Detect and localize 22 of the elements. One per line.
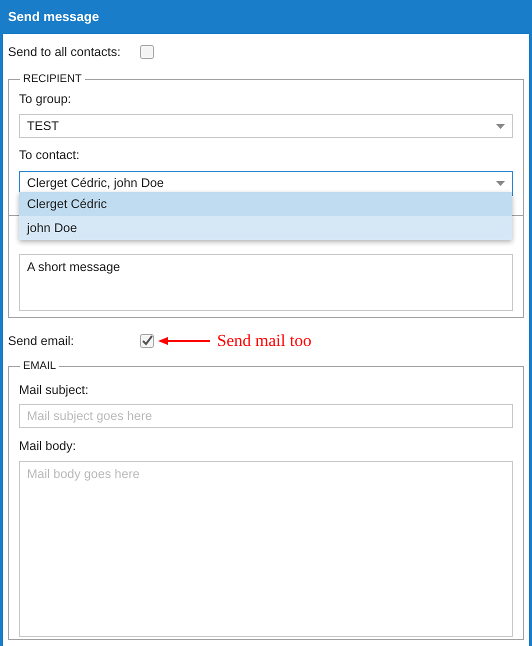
subject-field[interactable]: Mail subject goes here [19,404,513,428]
checkbox[interactable] [140,334,154,348]
field-label: To group: [19,90,72,108]
field-label: Send email: [8,332,76,350]
field-label: Mail body: [19,438,77,456]
group-select[interactable]: TEST [19,114,513,138]
group-legend: EMAIL [20,358,60,374]
window-title: Send message [8,8,100,26]
body-textarea[interactable]: Mail body goes here [19,461,513,637]
field-label: To contact: [19,147,80,164]
dropdown-option[interactable]: Clerget Cédric [19,192,512,216]
field-label: Mail subject: [19,382,90,399]
caret-icon [496,124,505,129]
field-label: Send to all contacts: [8,44,122,61]
group-legend: RECIPIENT [20,71,85,88]
arrow-icon [158,337,210,345]
message-textarea[interactable]: A short message [19,254,513,311]
contact-select[interactable]: Clerget Cédric, john Doe [19,171,513,196]
annotation-text: Send mail too [217,330,312,352]
dropdown-option[interactable]: john Doe [19,216,512,240]
checkbox[interactable] [140,45,154,59]
caret-icon [496,181,505,186]
